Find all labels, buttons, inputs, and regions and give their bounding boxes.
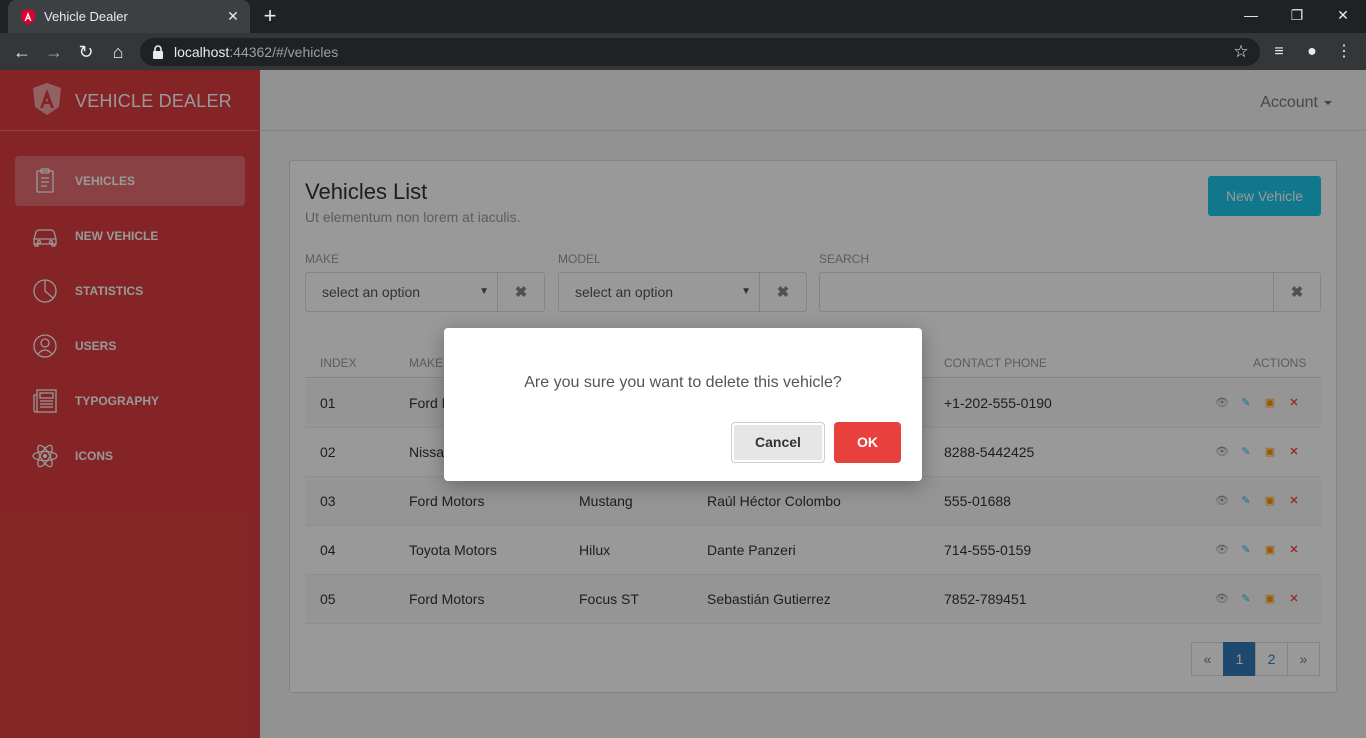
- bookmark-star-icon[interactable]: ☆: [1230, 41, 1252, 63]
- reload-icon[interactable]: ↻: [74, 40, 98, 64]
- window-minimize-icon[interactable]: —: [1228, 0, 1274, 30]
- back-arrow-icon[interactable]: ←: [10, 40, 34, 64]
- new-tab-icon[interactable]: +: [258, 4, 282, 28]
- browser-tab-bar: Vehicle Dealer ✕ + — ❐ ✕: [0, 0, 1366, 33]
- ok-button[interactable]: OK: [834, 422, 901, 463]
- url-path: :44362/#/vehicles: [229, 44, 339, 60]
- window-close-icon[interactable]: ✕: [1320, 0, 1366, 30]
- menu-kebab-icon[interactable]: ⋮: [1332, 40, 1356, 64]
- dialog-message: Are you sure you want to delete this veh…: [524, 374, 842, 391]
- address-bar[interactable]: localhost:44362/#/vehicles ☆: [140, 38, 1260, 66]
- browser-tab[interactable]: Vehicle Dealer ✕: [8, 0, 250, 33]
- home-icon[interactable]: ⌂: [106, 40, 130, 64]
- forward-arrow-icon[interactable]: →: [42, 40, 66, 64]
- media-control-icon[interactable]: ≡: [1267, 40, 1291, 64]
- url-host: localhost: [174, 44, 230, 60]
- lock-icon: [153, 45, 163, 59]
- angular-favicon-icon: [21, 9, 35, 25]
- tab-title: Vehicle Dealer: [44, 9, 128, 24]
- confirm-delete-dialog: Are you sure you want to delete this veh…: [444, 328, 922, 481]
- cancel-button[interactable]: Cancel: [731, 422, 825, 463]
- url-text: localhost:44362/#/vehicles: [174, 44, 338, 60]
- tab-close-icon[interactable]: ✕: [224, 7, 242, 25]
- profile-icon[interactable]: ●: [1300, 40, 1324, 64]
- window-restore-icon[interactable]: ❐: [1274, 0, 1320, 30]
- browser-toolbar: ← → ↻ ⌂ localhost:44362/#/vehicles ☆ ≡ ●…: [0, 33, 1366, 70]
